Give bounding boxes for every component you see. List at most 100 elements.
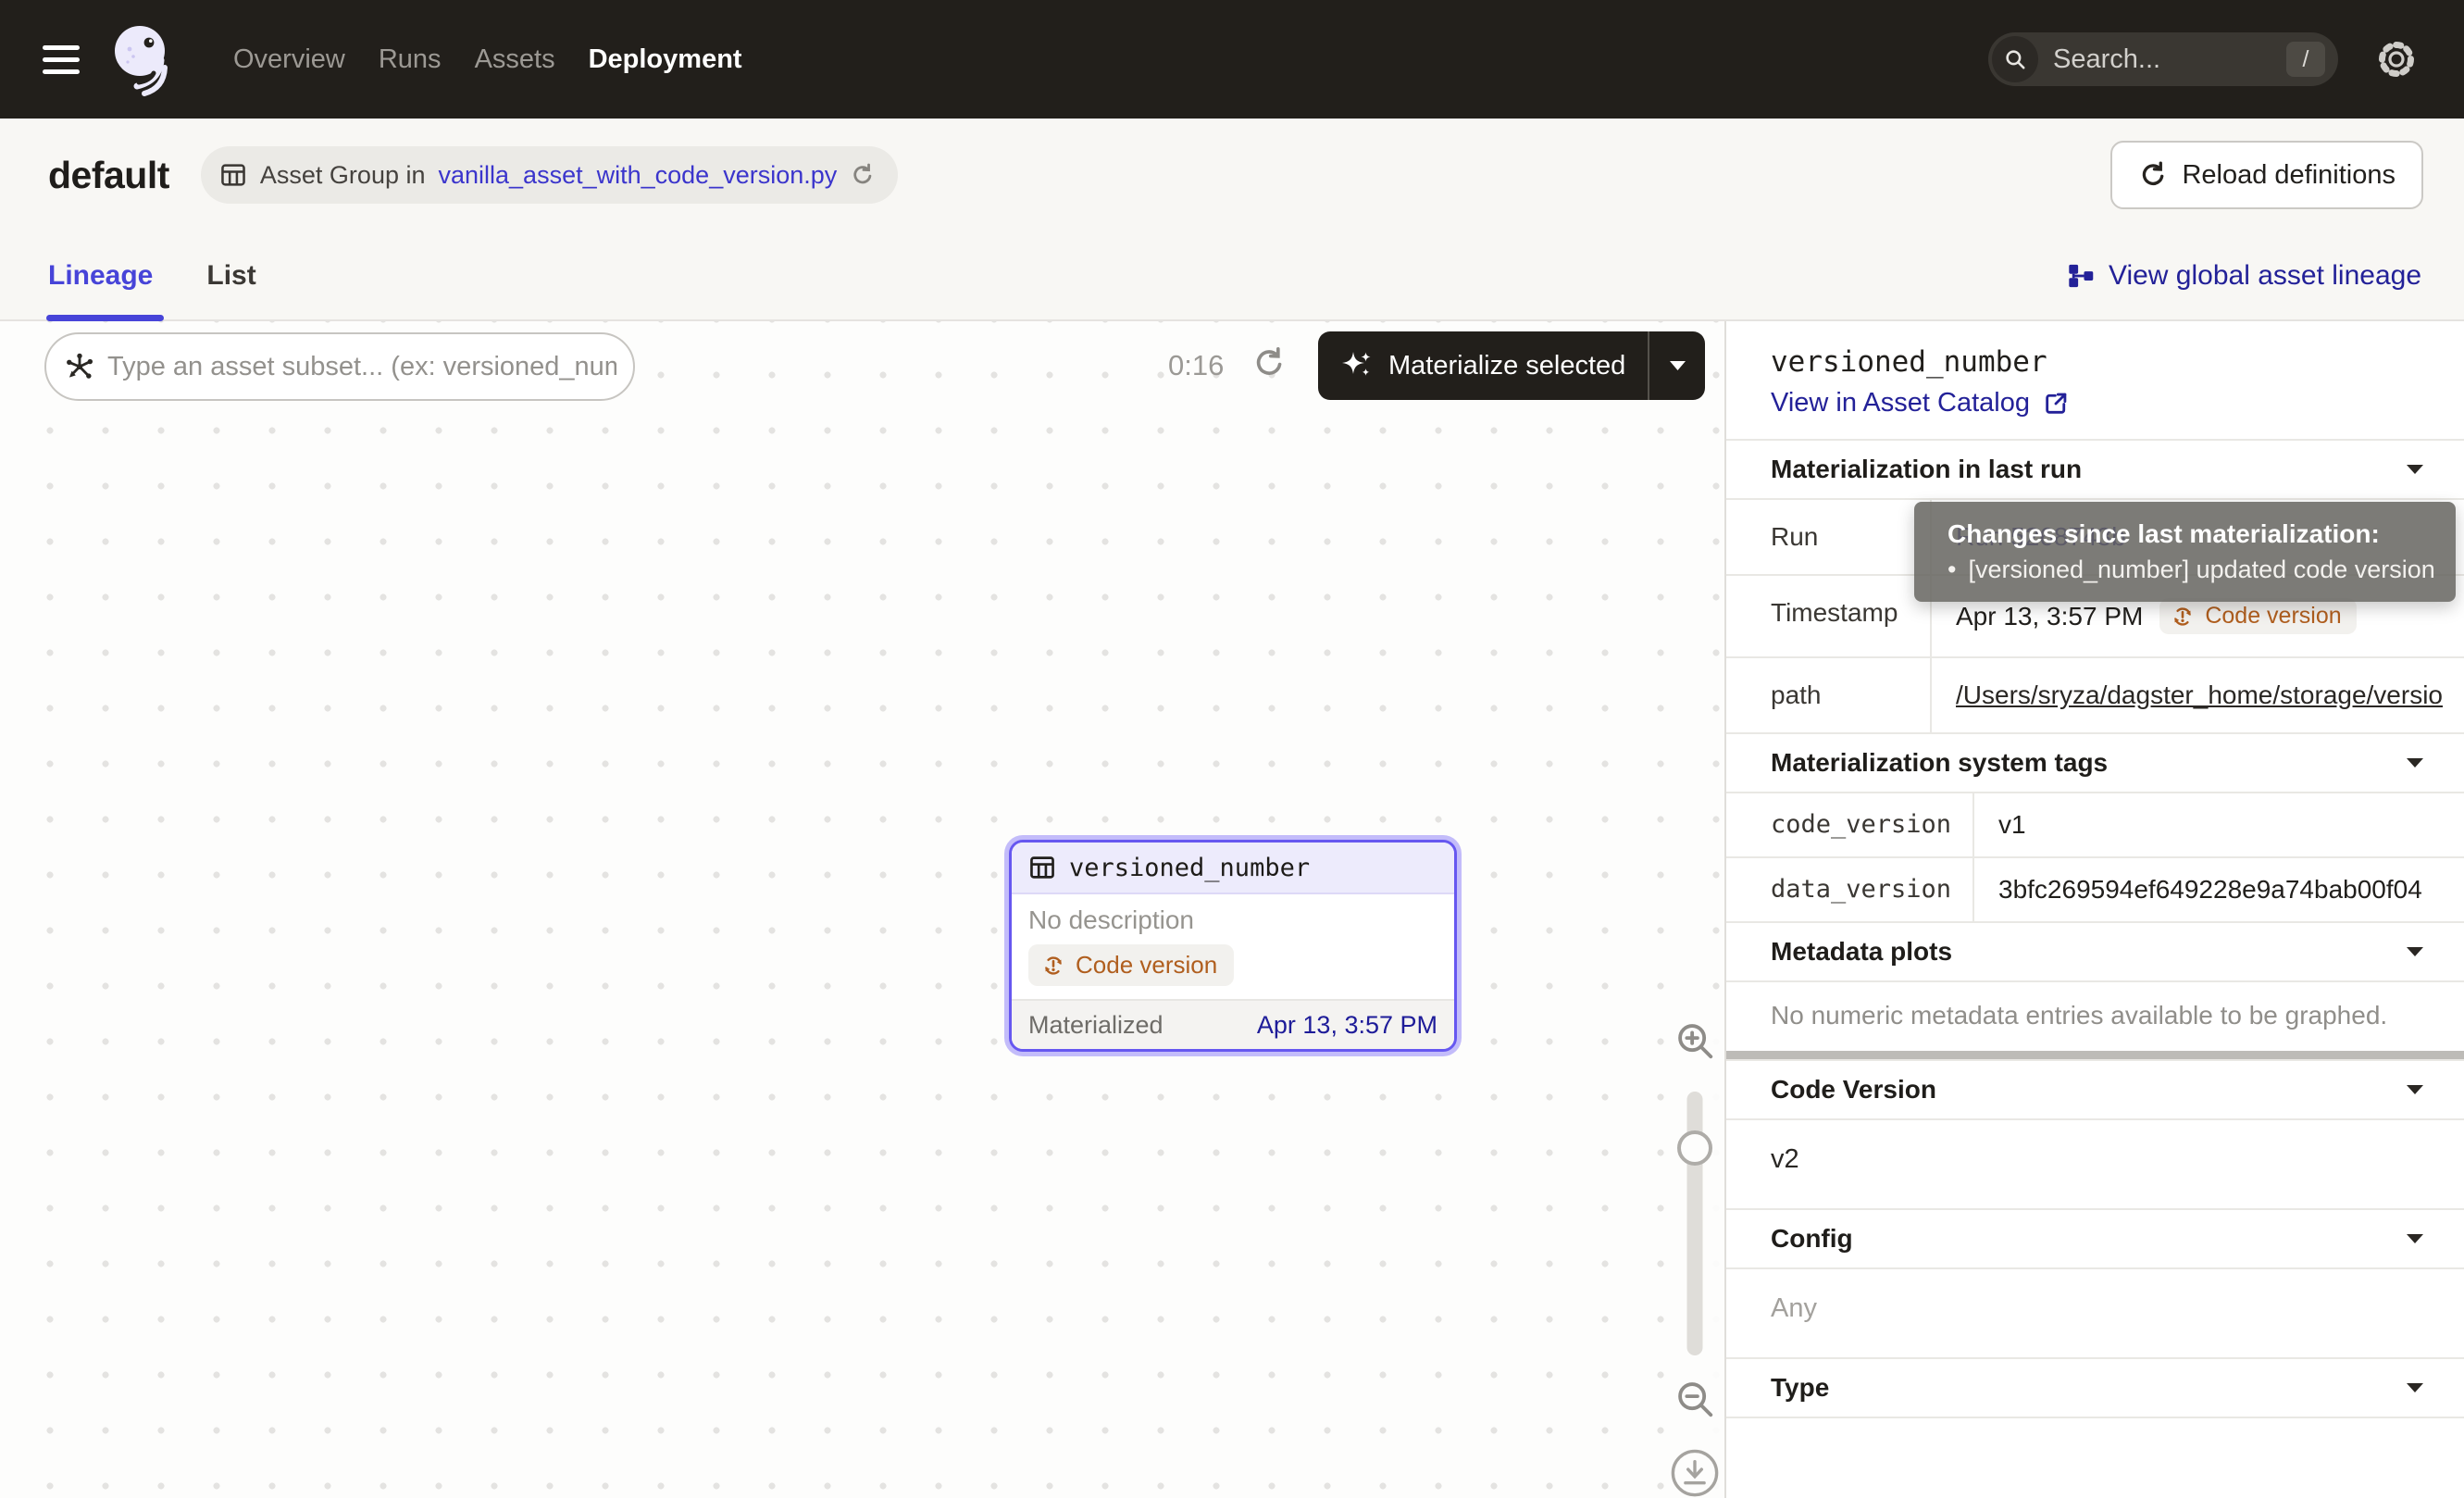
code-version-badge-label: Code version xyxy=(2205,603,2341,630)
type-value-empty xyxy=(1726,1417,2464,1445)
refresh-graph-icon[interactable] xyxy=(1251,345,1288,382)
code-version-changed-icon xyxy=(1041,954,1065,978)
nav-runs[interactable]: Runs xyxy=(379,44,442,75)
page-title: default xyxy=(48,154,169,197)
section-label: Materialization system tags xyxy=(1771,748,2108,778)
badge-refresh-icon[interactable] xyxy=(850,162,876,188)
tab-lineage[interactable]: Lineage xyxy=(48,231,153,319)
zoom-out-button[interactable] xyxy=(1674,1378,1716,1420)
nav-deployment[interactable]: Deployment xyxy=(589,44,742,75)
node-status-time[interactable]: Apr 13, 3:57 PM xyxy=(1257,1011,1437,1040)
materialize-label: Materialize selected xyxy=(1388,351,1625,381)
view-in-asset-catalog-link[interactable]: View in Asset Catalog xyxy=(1771,388,2069,418)
section-materialization-system-tags[interactable]: Materialization system tags xyxy=(1726,732,2464,792)
zoom-controls xyxy=(1665,1006,1724,1498)
timestamp-value[interactable]: Apr 13, 3:57 PM xyxy=(1956,602,2143,631)
asset-group-badge: Asset Group in vanilla_asset_with_code_v… xyxy=(201,146,898,204)
section-materialization-in-last-run[interactable]: Materialization in last run xyxy=(1726,439,2464,498)
zoom-in-button[interactable] xyxy=(1674,1019,1716,1062)
section-label: Config xyxy=(1771,1224,1853,1254)
tooltip-bullet: • xyxy=(1948,555,1956,585)
chevron-down-icon xyxy=(2407,465,2423,475)
section-label: Type xyxy=(1771,1373,1829,1403)
asset-node-footer: Materialized Apr 13, 3:57 PM xyxy=(1012,999,1454,1049)
search-input[interactable] xyxy=(2053,44,2286,75)
row-label: Run xyxy=(1726,500,1932,574)
table-grid-icon xyxy=(1028,854,1056,881)
table-row-path: path /Users/sryza/dagster_home/storage/v… xyxy=(1726,656,2464,732)
asset-subset-filter[interactable] xyxy=(44,332,635,401)
refresh-timer: 0:16 xyxy=(1168,349,1224,382)
primary-nav: Overview Runs Assets Deployment xyxy=(233,44,742,75)
row-label: code_version xyxy=(1726,793,1974,856)
section-config[interactable]: Config xyxy=(1726,1208,2464,1267)
asset-graph-icon xyxy=(65,352,94,381)
config-value: Any xyxy=(1726,1267,2464,1357)
sparkle-icon xyxy=(1340,349,1374,382)
asset-node-title: versioned_number xyxy=(1069,854,1310,882)
external-link-icon xyxy=(2043,391,2069,417)
horizontal-scrollbar[interactable] xyxy=(1726,1051,2464,1059)
reload-definitions-label: Reload definitions xyxy=(2182,160,2396,191)
top-nav: Overview Runs Assets Deployment / xyxy=(0,0,2464,119)
zoom-slider xyxy=(1676,1092,1713,1355)
materialize-dropdown-button[interactable] xyxy=(1649,361,1705,371)
chevron-down-icon xyxy=(2407,1383,2423,1393)
asset-group-prefix: Asset Group in xyxy=(260,161,426,190)
asset-node-header[interactable]: versioned_number xyxy=(1012,843,1454,894)
view-global-asset-lineage-link[interactable]: View global asset lineage xyxy=(2067,260,2421,292)
row-label: path xyxy=(1726,658,1932,732)
download-image-button[interactable] xyxy=(1670,1448,1720,1498)
tag-value: v1 xyxy=(1998,810,2026,840)
row-label: Timestamp xyxy=(1726,576,1932,656)
code-version-badge-label: Code version xyxy=(1076,951,1217,980)
section-type[interactable]: Type xyxy=(1726,1357,2464,1417)
app-root: Overview Runs Assets Deployment / defaul… xyxy=(0,0,2464,1498)
materialize-main[interactable]: Materialize selected xyxy=(1318,349,1648,382)
row-label: data_version xyxy=(1726,858,1974,921)
table-row-code-version-tag: code_version v1 xyxy=(1726,792,2464,856)
page-header: default Asset Group in vanilla_asset_wit… xyxy=(0,119,2464,231)
section-label: Code Version xyxy=(1771,1075,1936,1105)
settings-gear-icon[interactable] xyxy=(2373,36,2420,82)
tab-list[interactable]: List xyxy=(206,231,255,319)
changes-tooltip: Changes since last materialization: • [v… xyxy=(1914,502,2456,602)
materialize-selected-button[interactable]: Materialize selected xyxy=(1318,331,1705,400)
code-version-changed-badge: Code version xyxy=(2159,598,2356,634)
chevron-down-icon xyxy=(2407,1234,2423,1244)
nav-assets[interactable]: Assets xyxy=(475,44,555,75)
asset-node-body: No description xyxy=(1012,894,1454,999)
view-tabs: Lineage List View global asset lineage xyxy=(0,231,2464,321)
nav-overview[interactable]: Overview xyxy=(233,44,345,75)
metadata-plots-empty-message: No numeric metadata entries available to… xyxy=(1726,980,2464,1051)
panel-asset-title: versioned_number xyxy=(1726,321,2464,382)
table-row-data-version-tag: data_version 3bfc269594ef649228e9a74bab0… xyxy=(1726,856,2464,921)
code-version-changed-badge: Code version xyxy=(1028,944,1234,986)
tooltip-item-text: [versioned_number] updated code version xyxy=(1968,555,2434,585)
section-code-version[interactable]: Code Version xyxy=(1726,1059,2464,1118)
catalog-link-label: View in Asset Catalog xyxy=(1771,388,2030,418)
section-label: Materialization in last run xyxy=(1771,455,2082,484)
menu-button[interactable] xyxy=(43,45,80,74)
lineage-canvas[interactable]: 0:16 Materialize selected xyxy=(0,321,1724,1498)
chevron-down-icon xyxy=(2407,1085,2423,1095)
reload-definitions-button[interactable]: Reload definitions xyxy=(2110,141,2423,209)
zoom-slider-handle[interactable] xyxy=(1677,1130,1712,1166)
node-status-label: Materialized xyxy=(1028,1011,1164,1040)
search-shortcut-badge: / xyxy=(2286,42,2325,77)
asset-node-versioned-number[interactable]: versioned_number No description xyxy=(1009,840,1457,1052)
global-lineage-label: View global asset lineage xyxy=(2109,260,2421,292)
asset-group-grid-icon xyxy=(219,161,247,189)
asset-detail-panel: versioned_number View in Asset Catalog M… xyxy=(1724,321,2464,1498)
chevron-down-icon xyxy=(2407,758,2423,768)
asset-node-description: No description xyxy=(1028,905,1437,935)
section-metadata-plots[interactable]: Metadata plots xyxy=(1726,921,2464,980)
code-file-link[interactable]: vanilla_asset_with_code_version.py xyxy=(439,161,838,190)
code-version-changed-icon xyxy=(2171,605,2195,629)
search-box[interactable]: / xyxy=(1988,32,2338,86)
path-link[interactable]: /Users/sryza/dagster_home/storage/versio xyxy=(1956,680,2443,710)
chevron-down-icon xyxy=(2407,947,2423,957)
tooltip-title: Changes since last materialization: xyxy=(1948,518,2443,550)
dagster-logo-icon[interactable] xyxy=(106,21,181,97)
asset-subset-input[interactable] xyxy=(107,352,616,382)
